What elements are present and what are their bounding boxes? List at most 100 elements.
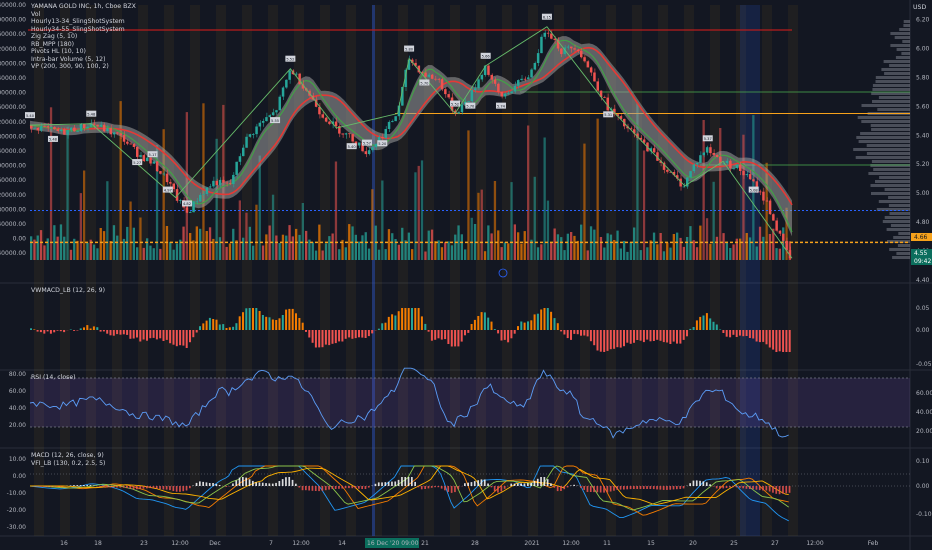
volume-bar xyxy=(556,234,560,260)
candle-body xyxy=(192,201,195,213)
vwmacd-bar xyxy=(261,315,264,330)
legend-item[interactable]: Pivots HL (10, 10) xyxy=(31,48,136,56)
macd-histogram-bar xyxy=(189,486,191,489)
candle-body xyxy=(497,83,500,92)
legend-item[interactable]: Zig Zag (5, 10) xyxy=(31,33,136,41)
volume-bar xyxy=(99,228,102,260)
macd-histogram-bar xyxy=(437,486,440,488)
volume-bar xyxy=(92,244,96,260)
vwmacd-bar xyxy=(364,330,367,338)
candle-body xyxy=(748,174,752,180)
time-tick-label: 27 xyxy=(771,540,779,547)
vwmacd-bar xyxy=(589,330,592,342)
candle-body xyxy=(53,127,56,130)
vwmacd-bar xyxy=(96,327,99,330)
vwmacd-bar xyxy=(69,329,72,330)
macd-histogram-bar xyxy=(265,483,267,486)
vwmacd-bar xyxy=(613,330,616,349)
volume-bar xyxy=(715,236,719,260)
macd-legend[interactable]: MACD (12, 26, close, 9) xyxy=(31,452,104,459)
macd-histogram-bar xyxy=(242,477,244,486)
macd-histogram-bar xyxy=(212,483,214,486)
candle-body xyxy=(238,156,242,162)
legend-item[interactable]: RB_MPP (180) xyxy=(31,41,136,49)
vfi-legend[interactable]: VFI_LB (130, 0.2, 2.5, 5) xyxy=(31,460,105,467)
legend-item[interactable]: Vol xyxy=(31,11,136,19)
volume-bar xyxy=(444,242,447,260)
volume-bar xyxy=(745,233,748,260)
vwmacd-bar xyxy=(291,308,294,330)
legend-title: YAMANA GOLD INC, 1h, Cboe BZX xyxy=(31,3,136,10)
volume-bar xyxy=(39,230,43,260)
volume-bar xyxy=(119,101,122,260)
volume-bar xyxy=(149,245,152,260)
volume-bar xyxy=(255,204,258,260)
volume-bar xyxy=(86,242,89,260)
legend-item[interactable]: Hourly13-34_SlingShotSystem xyxy=(31,18,136,26)
vwmacd-legend[interactable]: VWMACD_LB (12, 26, 9) xyxy=(31,287,105,294)
legend-item[interactable]: VP (200, 300, 90, 100, 2) xyxy=(31,63,136,71)
vwmacd-bar xyxy=(189,330,191,343)
pivot-label: 6.15 xyxy=(543,16,551,20)
vwmacd-bar xyxy=(258,311,261,330)
macd-histogram-bar xyxy=(682,486,685,489)
candle-body xyxy=(467,101,470,102)
vwmacd-bar xyxy=(344,330,347,339)
vwmacd-bar xyxy=(464,330,466,336)
candle-body xyxy=(258,122,262,127)
volume-bar xyxy=(434,241,437,260)
vwmacd-bar xyxy=(56,330,59,331)
volume-bar xyxy=(238,200,241,260)
macd-histogram-bar xyxy=(281,479,284,486)
volume-bar xyxy=(252,245,255,260)
macd-histogram-bar xyxy=(261,482,264,486)
macd-histogram-bar xyxy=(344,486,347,489)
volume-bar xyxy=(603,247,606,260)
candle-body xyxy=(391,121,394,122)
price-tick-label: 5.40 xyxy=(916,132,930,139)
candle-body xyxy=(199,194,202,202)
macd-histogram-bar xyxy=(480,479,483,486)
volume-bar xyxy=(305,230,308,260)
rsi-legend[interactable]: RSI (14, close) xyxy=(31,374,76,381)
macd-histogram-bar xyxy=(199,481,201,486)
price-tag-label: 4.55 xyxy=(914,250,928,257)
vwmacd-bar xyxy=(616,330,619,348)
legend-item[interactable]: Hourly34-55_SlingShotSystem xyxy=(31,26,136,34)
vwmacd-bar xyxy=(155,330,158,340)
volume-bar xyxy=(464,249,467,260)
vwmacd-bar xyxy=(659,330,662,341)
macd-plot xyxy=(29,465,910,522)
macd-histogram-bar xyxy=(725,486,728,488)
pivot-label: 5.48 xyxy=(49,138,58,142)
candle-body xyxy=(540,36,543,54)
vwmacd-bar xyxy=(318,330,321,348)
volume-bar xyxy=(218,237,222,260)
candle-body xyxy=(477,79,480,89)
volume-bar xyxy=(102,231,106,260)
macd-histogram-bar xyxy=(358,486,360,489)
legend-item[interactable]: Intra-bar Volume (5, 12) xyxy=(31,56,136,64)
macd-histogram-bar xyxy=(589,486,592,492)
vwmacd-bar xyxy=(666,330,669,343)
candle-body xyxy=(218,179,222,186)
candle-body xyxy=(119,133,122,136)
volume-tick-label: 0.00 xyxy=(13,236,27,243)
vwmacd-bar xyxy=(596,330,599,351)
chart-canvas[interactable]: 5.40 5.48 5.48 5.27 5.17 4.97 4.82 5.55 5.52 5.40… xyxy=(0,0,932,550)
vwmacd-bar xyxy=(162,330,165,341)
macd-histogram-bar xyxy=(136,486,138,490)
volume-profile-bar xyxy=(888,204,910,207)
macd-histogram-bar xyxy=(321,486,324,491)
volume-tick-label: 520000.00 xyxy=(0,46,26,53)
macd-histogram-bar xyxy=(162,486,165,490)
candle-body xyxy=(102,124,106,132)
candle-body xyxy=(112,132,116,135)
macd-histogram-bar xyxy=(699,480,701,486)
candle-body xyxy=(152,161,156,164)
time-tick-label: 2021 xyxy=(524,540,539,547)
vwmacd-bar xyxy=(705,313,708,330)
macd-histogram-bar xyxy=(503,486,506,489)
volume-bar xyxy=(242,237,245,260)
time-tick-label: Feb xyxy=(868,540,879,547)
